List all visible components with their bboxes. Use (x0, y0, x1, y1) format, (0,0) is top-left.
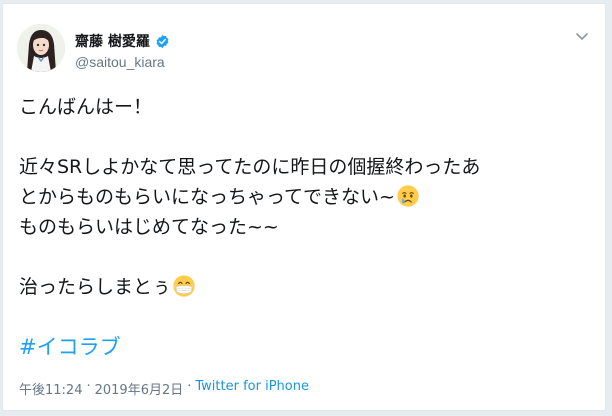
tweet-line-text: とからものもらいになっちゃってできない~ (19, 186, 395, 208)
hashtag-link[interactable]: #イコラブ (19, 331, 121, 361)
tweet-date[interactable]: 2019年6月2日 (95, 379, 184, 398)
tweet-line: こんばんはー！ (19, 96, 153, 118)
meta-separator: · (86, 379, 91, 394)
tweet-text: こんばんはー！ 近々SRしよかなて思ってたのに昨日の個握終わったあ とからものも… (19, 92, 599, 302)
chevron-down-icon[interactable] (575, 32, 589, 42)
tweet-card: 齋藤 樹愛羅 @saitou_kiara こんばんはー！ 近々SRしよかなて思っ… (2, 3, 606, 411)
tweet-line-with-emoji: とからものもらいになっちゃってできない~ (19, 182, 599, 212)
meta-separator: · (187, 379, 192, 394)
display-name[interactable]: 齋藤 樹愛羅 (75, 31, 150, 51)
tweet-line: ものもらいはじめてなった~~ (19, 216, 279, 238)
tweet-meta: 午後11:24 · 2019年6月2日 · Twitter for iPhone (19, 379, 309, 398)
tweet-line-with-emoji: 治ったらしまとぅ (19, 272, 599, 302)
author-name-row[interactable]: 齋藤 樹愛羅 (75, 31, 170, 51)
crying-face-icon (397, 185, 419, 207)
tweet-time[interactable]: 午後11:24 (19, 379, 82, 398)
author-handle[interactable]: @saitou_kiara (75, 54, 165, 70)
tweet-source-link[interactable]: Twitter for iPhone (195, 379, 309, 398)
avatar[interactable] (17, 24, 65, 72)
tweet-line-text: 治ったらしまとぅ (19, 276, 172, 298)
face-with-medical-mask-icon (173, 275, 195, 297)
avatar-image (17, 24, 65, 72)
verified-badge-icon (156, 34, 169, 48)
tweet-line: 近々SRしよかなて思ってたのに昨日の個握終わったあ (19, 156, 481, 178)
